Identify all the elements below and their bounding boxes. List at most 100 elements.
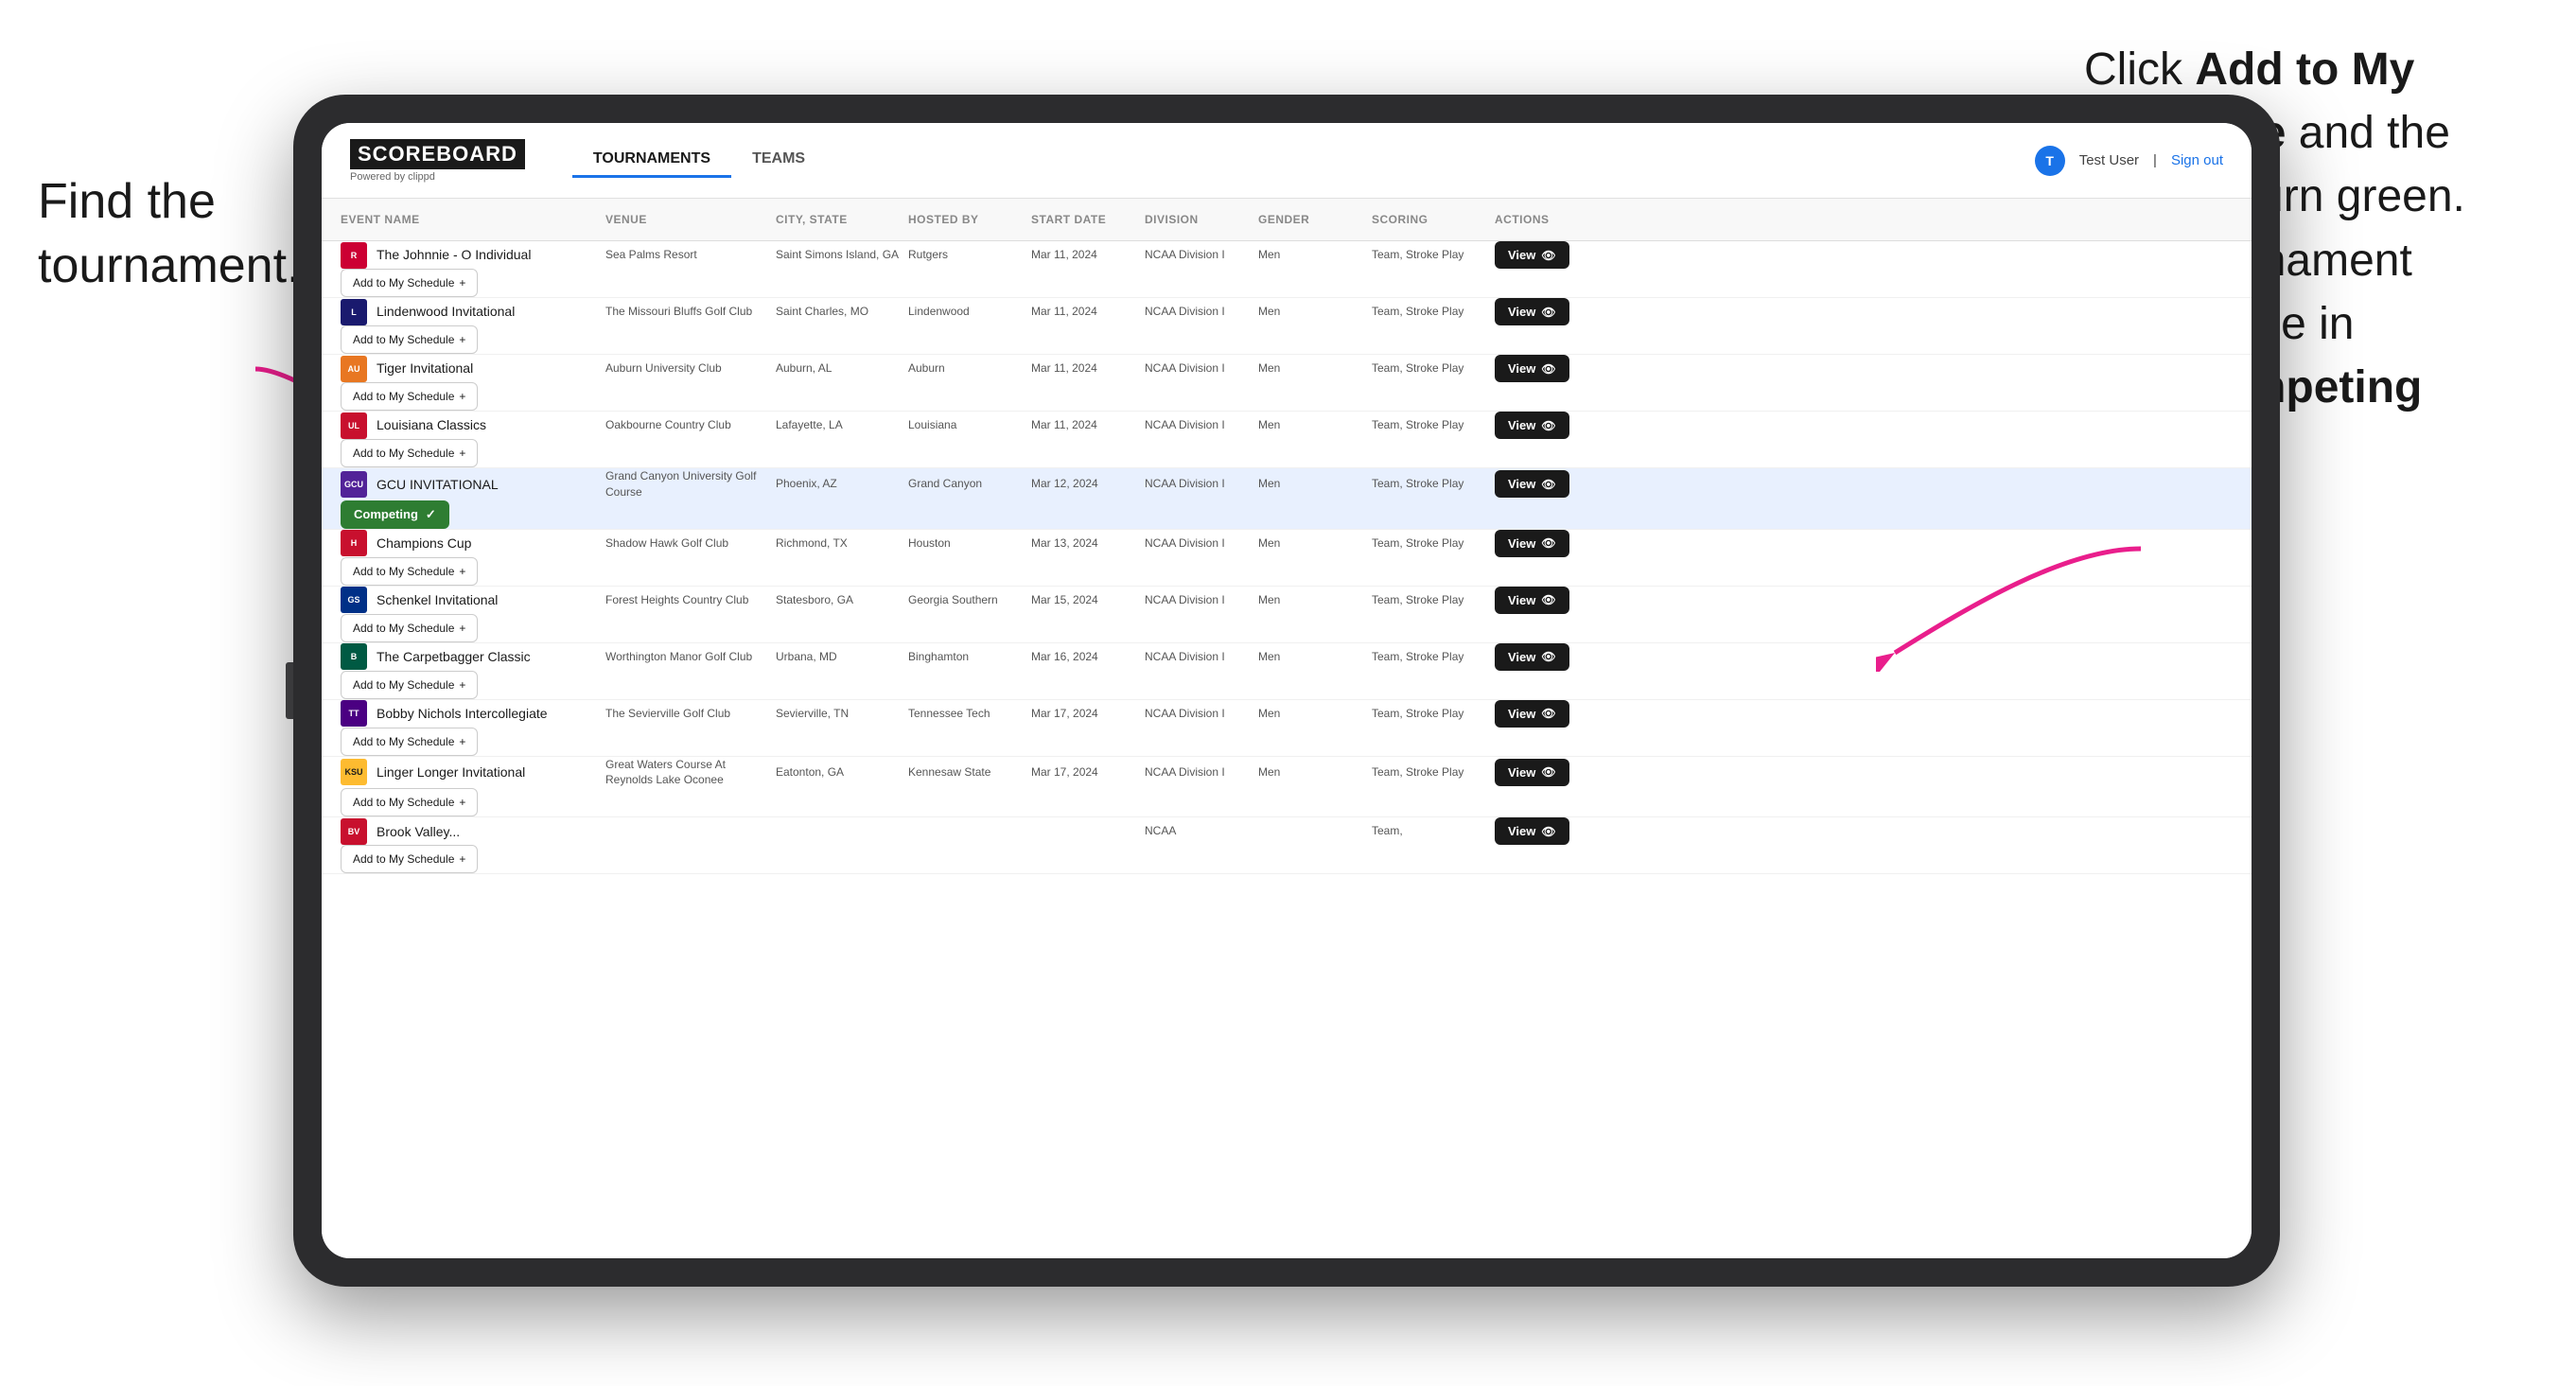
eye-icon: 👁 bbox=[1541, 593, 1555, 606]
scoring: Team, Stroke Play bbox=[1372, 592, 1495, 608]
view-button[interactable]: View 👁 bbox=[1495, 700, 1569, 728]
add-to-schedule-button[interactable]: Add to My Schedule + bbox=[341, 382, 478, 411]
view-button[interactable]: View 👁 bbox=[1495, 643, 1569, 671]
user-avatar: T bbox=[2035, 146, 2065, 176]
event-name-cell: LLindenwood Invitational bbox=[341, 299, 605, 325]
team-logo: GCU bbox=[341, 471, 367, 498]
venue: Oakbourne Country Club bbox=[605, 417, 776, 433]
eye-icon: 👁 bbox=[1541, 825, 1555, 838]
competing-button[interactable]: Competing ✓ bbox=[341, 500, 449, 529]
view-button[interactable]: View 👁 bbox=[1495, 759, 1569, 786]
event-name: The Johnnie - O Individual bbox=[377, 246, 531, 263]
event-name-cell: GSSchenkel Invitational bbox=[341, 587, 605, 613]
add-to-schedule-button[interactable]: Add to My Schedule + bbox=[341, 269, 478, 297]
scoring: Team, Stroke Play bbox=[1372, 304, 1495, 320]
event-name-cell: AUTiger Invitational bbox=[341, 356, 605, 382]
gender: Men bbox=[1258, 417, 1372, 433]
gender: Men bbox=[1258, 649, 1372, 665]
logo-area: SCOREBOARD Powered by clippd bbox=[350, 139, 525, 183]
competing-cell: Add to My Schedule + bbox=[341, 728, 605, 756]
table-row: GSSchenkel InvitationalForest Heights Co… bbox=[322, 587, 2252, 643]
table-body: RThe Johnnie - O IndividualSea Palms Res… bbox=[322, 241, 2252, 1258]
add-to-schedule-button[interactable]: Add to My Schedule + bbox=[341, 845, 478, 873]
table-column-headers: EVENT NAME VENUE CITY, STATE HOSTED BY S… bbox=[322, 199, 2252, 241]
scoring: Team, Stroke Play bbox=[1372, 417, 1495, 433]
gender: Men bbox=[1258, 706, 1372, 722]
division: NCAA Division I bbox=[1145, 649, 1258, 665]
col-gender: GENDER bbox=[1258, 213, 1372, 226]
scoring: Team, Stroke Play bbox=[1372, 764, 1495, 781]
event-name-cell: GCUGCU INVITATIONAL bbox=[341, 471, 605, 498]
event-name: Bobby Nichols Intercollegiate bbox=[377, 705, 548, 722]
division: NCAA Division I bbox=[1145, 476, 1258, 492]
scoring: Team, Stroke Play bbox=[1372, 476, 1495, 492]
eye-icon: 👁 bbox=[1541, 650, 1555, 663]
actions-cell: View 👁 bbox=[1495, 817, 1665, 845]
add-to-schedule-button[interactable]: Add to My Schedule + bbox=[341, 788, 478, 816]
plus-icon: + bbox=[459, 622, 465, 635]
view-button[interactable]: View 👁 bbox=[1495, 470, 1569, 498]
gender: Men bbox=[1258, 592, 1372, 608]
view-button[interactable]: View 👁 bbox=[1495, 587, 1569, 614]
view-button[interactable]: View 👁 bbox=[1495, 241, 1569, 269]
city-state: Auburn, AL bbox=[776, 360, 908, 377]
event-name: Schenkel Invitational bbox=[377, 591, 498, 608]
tablet-frame: SCOREBOARD Powered by clippd TOURNAMENTS… bbox=[293, 95, 2280, 1287]
view-button[interactable]: View 👁 bbox=[1495, 298, 1569, 325]
event-name: Lindenwood Invitational bbox=[377, 303, 515, 320]
table-row: AUTiger InvitationalAuburn University Cl… bbox=[322, 355, 2252, 412]
city-state: Saint Charles, MO bbox=[776, 304, 908, 320]
add-to-schedule-button[interactable]: Add to My Schedule + bbox=[341, 325, 478, 354]
actions-cell: View 👁 bbox=[1495, 470, 1665, 498]
division: NCAA Division I bbox=[1145, 247, 1258, 263]
add-to-schedule-button[interactable]: Add to My Schedule + bbox=[341, 614, 478, 642]
start-date: Mar 17, 2024 bbox=[1031, 764, 1145, 781]
venue: Sea Palms Resort bbox=[605, 247, 776, 263]
team-logo: H bbox=[341, 530, 367, 556]
eye-icon: 👁 bbox=[1541, 536, 1555, 550]
event-name: The Carpetbagger Classic bbox=[377, 648, 531, 665]
city-state: Eatonton, GA bbox=[776, 764, 908, 781]
hosted-by: Rutgers bbox=[908, 247, 1031, 263]
view-button[interactable]: View 👁 bbox=[1495, 817, 1569, 845]
add-to-schedule-button[interactable]: Add to My Schedule + bbox=[341, 557, 478, 586]
add-to-schedule-button[interactable]: Add to My Schedule + bbox=[341, 728, 478, 756]
competing-cell: Competing ✓ bbox=[341, 500, 605, 529]
nav-tab-tournaments[interactable]: TOURNAMENTS bbox=[572, 143, 731, 178]
division: NCAA Division I bbox=[1145, 304, 1258, 320]
actions-cell: View 👁 bbox=[1495, 587, 1665, 614]
start-date: Mar 15, 2024 bbox=[1031, 592, 1145, 608]
add-to-schedule-button[interactable]: Add to My Schedule + bbox=[341, 671, 478, 699]
start-date: Mar 16, 2024 bbox=[1031, 649, 1145, 665]
venue: Shadow Hawk Golf Club bbox=[605, 535, 776, 552]
view-button[interactable]: View 👁 bbox=[1495, 530, 1569, 557]
hosted-by: Louisiana bbox=[908, 417, 1031, 433]
nav-tab-teams[interactable]: TEAMS bbox=[731, 143, 826, 178]
hosted-by: Lindenwood bbox=[908, 304, 1031, 320]
eye-icon: 👁 bbox=[1541, 707, 1555, 720]
col-venue: VENUE bbox=[605, 213, 776, 226]
competing-cell: Add to My Schedule + bbox=[341, 325, 605, 354]
start-date: Mar 17, 2024 bbox=[1031, 706, 1145, 722]
actions-cell: View 👁 bbox=[1495, 643, 1665, 671]
table-row: BVBrook Valley...NCAATeam,View 👁Add to M… bbox=[322, 817, 2252, 874]
sign-out-link[interactable]: Sign out bbox=[2171, 152, 2223, 168]
venue: Great Waters Course At Reynolds Lake Oco… bbox=[605, 757, 776, 789]
division: NCAA Division I bbox=[1145, 360, 1258, 377]
gender: Men bbox=[1258, 247, 1372, 263]
actions-cell: View 👁 bbox=[1495, 298, 1665, 325]
add-to-schedule-button[interactable]: Add to My Schedule + bbox=[341, 439, 478, 467]
table-row: KSULinger Longer InvitationalGreat Water… bbox=[322, 757, 2252, 818]
actions-cell: View 👁 bbox=[1495, 355, 1665, 382]
city-state: Sevierville, TN bbox=[776, 706, 908, 722]
view-button[interactable]: View 👁 bbox=[1495, 412, 1569, 439]
division: NCAA Division I bbox=[1145, 417, 1258, 433]
plus-icon: + bbox=[459, 447, 465, 460]
event-name: Champions Cup bbox=[377, 535, 471, 552]
team-logo: BV bbox=[341, 818, 367, 845]
eye-icon: 👁 bbox=[1541, 478, 1555, 491]
venue: Forest Heights Country Club bbox=[605, 592, 776, 608]
competing-cell: Add to My Schedule + bbox=[341, 382, 605, 411]
start-date: Mar 11, 2024 bbox=[1031, 247, 1145, 263]
view-button[interactable]: View 👁 bbox=[1495, 355, 1569, 382]
